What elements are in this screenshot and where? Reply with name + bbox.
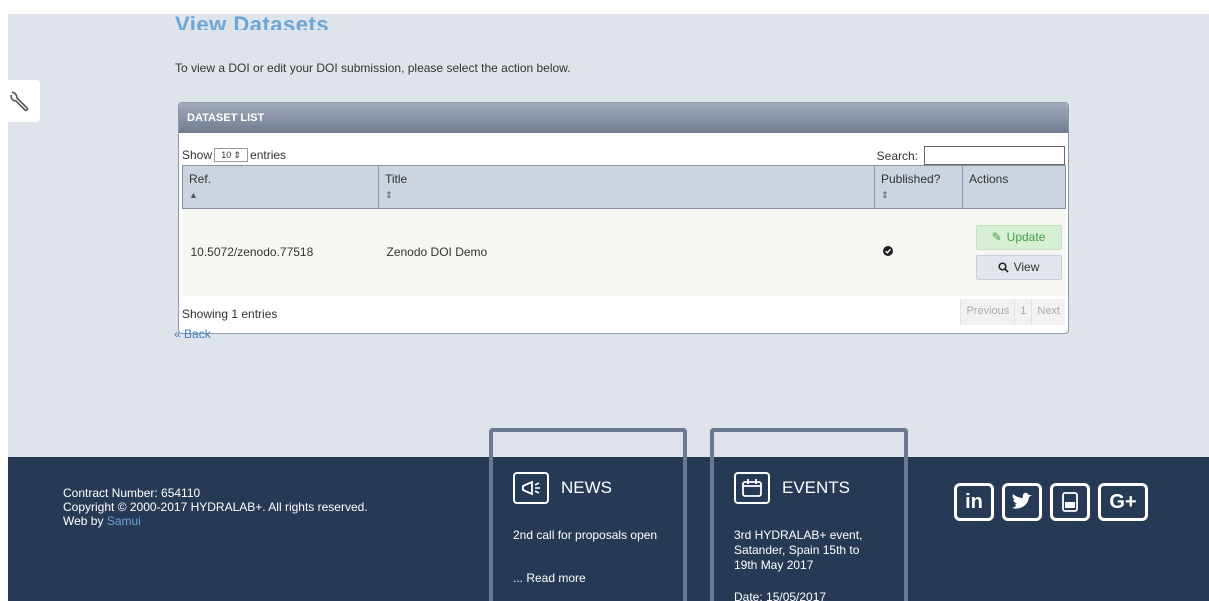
column-header-title[interactable]: Title ⇕ — [378, 165, 875, 209]
intro-text: To view a DOI or edit your DOI submissio… — [175, 61, 571, 75]
column-header-published[interactable]: Published? ⇕ — [874, 165, 963, 209]
sort-icon: ⇕ — [385, 190, 393, 200]
main-content: View Datasets To view a DOI or edit your… — [8, 14, 1209, 457]
events-card: EVENTS 3rd HYDRALAB+ event, Satander, Sp… — [710, 428, 908, 601]
table-info: Showing 1 entries — [182, 307, 278, 321]
column-header-ref-label: Ref. — [189, 172, 212, 186]
updown-icon: ⇕ — [233, 149, 241, 160]
pencil-icon: ✎ — [991, 230, 1002, 245]
twitter-icon[interactable] — [1002, 483, 1042, 521]
events-card-title: EVENTS — [734, 472, 850, 504]
pagination: Previous 1 Next — [960, 299, 1065, 325]
read-more-link[interactable]: ... Read more — [513, 571, 586, 585]
events-heading: EVENTS — [782, 478, 851, 497]
update-button-label: Update — [1006, 230, 1046, 245]
length-control: Show 10 ⇕ entries — [182, 148, 286, 162]
entries-length-value: 10 — [221, 150, 232, 160]
top-strip — [0, 0, 1209, 14]
news-card-title: NEWS — [513, 472, 612, 504]
entries-label: entries — [250, 148, 287, 162]
update-button[interactable]: ✎ Update — [975, 224, 1062, 250]
column-header-actions: Actions — [962, 165, 1066, 209]
back-link-label: Back — [184, 327, 211, 341]
copyright: Copyright © 2000-2017 HYDRALAB+. All rig… — [63, 500, 368, 514]
news-heading: NEWS — [561, 478, 612, 497]
entries-length-select[interactable]: 10 ⇕ — [214, 148, 249, 162]
wrench-icon — [10, 91, 29, 112]
linkedin-icon[interactable]: in — [954, 483, 994, 521]
events-text: 3rd HYDRALAB+ event, Satander, Spain 15t… — [734, 528, 863, 572]
table-row: 10.5072/zenodo.77518 Zenodo DOI Demo ✎ U… — [182, 208, 1066, 296]
tool-tab[interactable] — [0, 80, 40, 122]
news-text: 2nd call for proposals open — [513, 528, 658, 542]
back-link[interactable]: « Back — [174, 327, 211, 341]
search-label: Search: — [876, 148, 918, 163]
sort-icon: ⇕ — [881, 190, 889, 200]
sort-asc-icon: ▲ — [189, 190, 198, 200]
news-card: NEWS 2nd call for proposals open ... Rea… — [489, 428, 687, 601]
events-date: Date: 15/05/2017 — [734, 590, 827, 601]
contract-number: Contract Number: 654110 — [63, 486, 201, 500]
column-header-ref[interactable]: Ref. ▲ — [182, 165, 379, 209]
google-plus-icon[interactable]: G+ — [1098, 483, 1148, 521]
column-header-published-label: Published? — [881, 172, 941, 186]
cell-published — [874, 208, 963, 296]
search-input[interactable] — [924, 146, 1065, 165]
view-button[interactable]: View — [975, 254, 1062, 280]
previous-page-button[interactable]: Previous — [960, 299, 1014, 325]
panel-title: DATASET LIST — [179, 103, 1068, 133]
search-icon — [998, 262, 1009, 273]
calendar-icon — [734, 472, 770, 504]
column-header-title-label: Title — [385, 172, 408, 186]
footer-info: Contract Number: 654110 Copyright © 2000… — [63, 486, 368, 528]
web-by-link[interactable]: Samui — [107, 514, 141, 528]
check-circle-icon — [882, 246, 893, 257]
youtube-icon[interactable] — [1050, 483, 1090, 521]
cell-ref: 10.5072/zenodo.77518 — [182, 208, 379, 296]
megaphone-icon — [513, 472, 549, 504]
next-page-button[interactable]: Next — [1031, 299, 1065, 325]
back-chevron-icon: « — [174, 327, 181, 341]
cell-title: Zenodo DOI Demo — [378, 208, 875, 296]
web-by-label: Web by — [63, 514, 104, 528]
search-control: Search: — [877, 146, 1065, 165]
social-links: in G+ — [954, 483, 1148, 521]
cell-actions: ✎ Update View — [962, 208, 1066, 296]
show-label: Show — [182, 148, 213, 162]
page-title: View Datasets — [175, 16, 330, 30]
page-1-button[interactable]: 1 — [1014, 299, 1031, 325]
column-header-actions-label: Actions — [969, 172, 1009, 186]
web-by: Web by Samui — [63, 514, 368, 528]
dataset-list-panel: DATASET LIST Show 10 ⇕ entries Search: R… — [178, 102, 1069, 334]
footer: Contract Number: 654110 Copyright © 2000… — [8, 428, 1209, 601]
dataset-table: Ref. ▲ Title ⇕ Published? ⇕ Actions 10.5… — [182, 165, 1066, 296]
view-button-label: View — [1013, 260, 1040, 275]
